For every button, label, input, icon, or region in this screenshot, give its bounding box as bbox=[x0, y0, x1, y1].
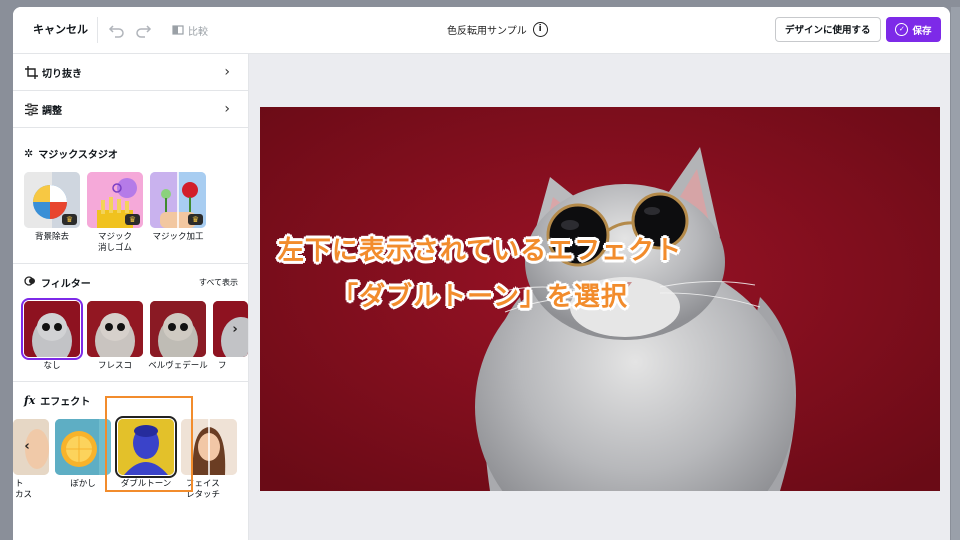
annotation-line-2: 「ダブルトーン」を選択 bbox=[332, 282, 628, 312]
effects-prev-arrow[interactable]: ‹ bbox=[19, 433, 35, 461]
save-label: 保存 bbox=[912, 25, 932, 37]
orange-slice-thumbnail bbox=[55, 419, 111, 475]
effects-title: エフェクト bbox=[40, 397, 91, 408]
magic-edit-tile[interactable]: ♛ bbox=[150, 172, 206, 228]
filters-next-arrow[interactable]: › bbox=[227, 316, 243, 344]
filter-partial-label: フ bbox=[218, 361, 227, 371]
sliders-icon bbox=[24, 102, 38, 116]
document-title-text: 色反転用サンプル bbox=[447, 26, 527, 37]
redo-icon[interactable] bbox=[133, 20, 153, 40]
crown-icon: ♛ bbox=[188, 214, 203, 225]
crown-icon: ♛ bbox=[62, 214, 77, 225]
compare-icon bbox=[172, 25, 184, 35]
effects-heading: fx エフェクト bbox=[24, 393, 90, 408]
magic-sparkle-icon: ✲ bbox=[24, 147, 34, 160]
compare-label: 比較 bbox=[188, 26, 208, 38]
undo-icon[interactable] bbox=[107, 20, 127, 40]
check-circle-icon: ✓ bbox=[895, 23, 909, 36]
background-edge-right bbox=[951, 7, 960, 540]
filter-belvedere-label: ベルヴェデール bbox=[148, 361, 208, 371]
magic-studio-title: マジックスタジオ bbox=[38, 150, 118, 161]
cancel-button[interactable]: キャンセル bbox=[23, 17, 98, 43]
divider bbox=[13, 381, 248, 382]
fx-icon: fx bbox=[24, 394, 36, 407]
compare-button[interactable]: 比較 bbox=[172, 21, 208, 39]
use-in-design-button[interactable]: デザインに使用する bbox=[775, 17, 881, 42]
effect-thumb-blur[interactable] bbox=[55, 419, 111, 475]
magic-eraser-tile[interactable]: ♛ bbox=[87, 172, 143, 228]
adjust-row[interactable]: 調整 › bbox=[13, 91, 248, 128]
crown-icon: ♛ bbox=[125, 214, 140, 225]
annotation-line-1: 左下に表示されているエフェクト bbox=[277, 236, 683, 266]
background-remover-tile[interactable]: ♛ bbox=[24, 172, 80, 228]
filter-fresco-label: フレスコ bbox=[97, 361, 132, 371]
effect-face-retouch-label: フェイス レタッチ bbox=[186, 479, 221, 500]
document-title: 色反転用サンプル i bbox=[447, 22, 548, 37]
top-toolbar: キャンセル 比較 色反転用サンプル i デザインに使用する ✓ 保存 bbox=[13, 7, 950, 54]
chevron-right-icon: › bbox=[224, 101, 230, 117]
annotation-highlight-box bbox=[105, 396, 193, 492]
save-button[interactable]: ✓ 保存 bbox=[886, 17, 941, 42]
crop-icon bbox=[24, 65, 38, 79]
filter-none-label: なし bbox=[43, 361, 61, 371]
chevron-right-icon: › bbox=[224, 64, 230, 80]
effect-partial-label: ト カス bbox=[15, 479, 33, 500]
magic-studio-heading: ✲ マジックスタジオ bbox=[24, 146, 118, 161]
crop-label: 切り抜き bbox=[42, 68, 82, 80]
background-edge-left bbox=[0, 7, 13, 540]
info-icon[interactable]: i bbox=[532, 22, 548, 37]
crop-row[interactable]: 切り抜き › bbox=[13, 54, 248, 91]
toolbar-divider bbox=[97, 17, 98, 43]
adjust-label: 調整 bbox=[42, 105, 62, 117]
